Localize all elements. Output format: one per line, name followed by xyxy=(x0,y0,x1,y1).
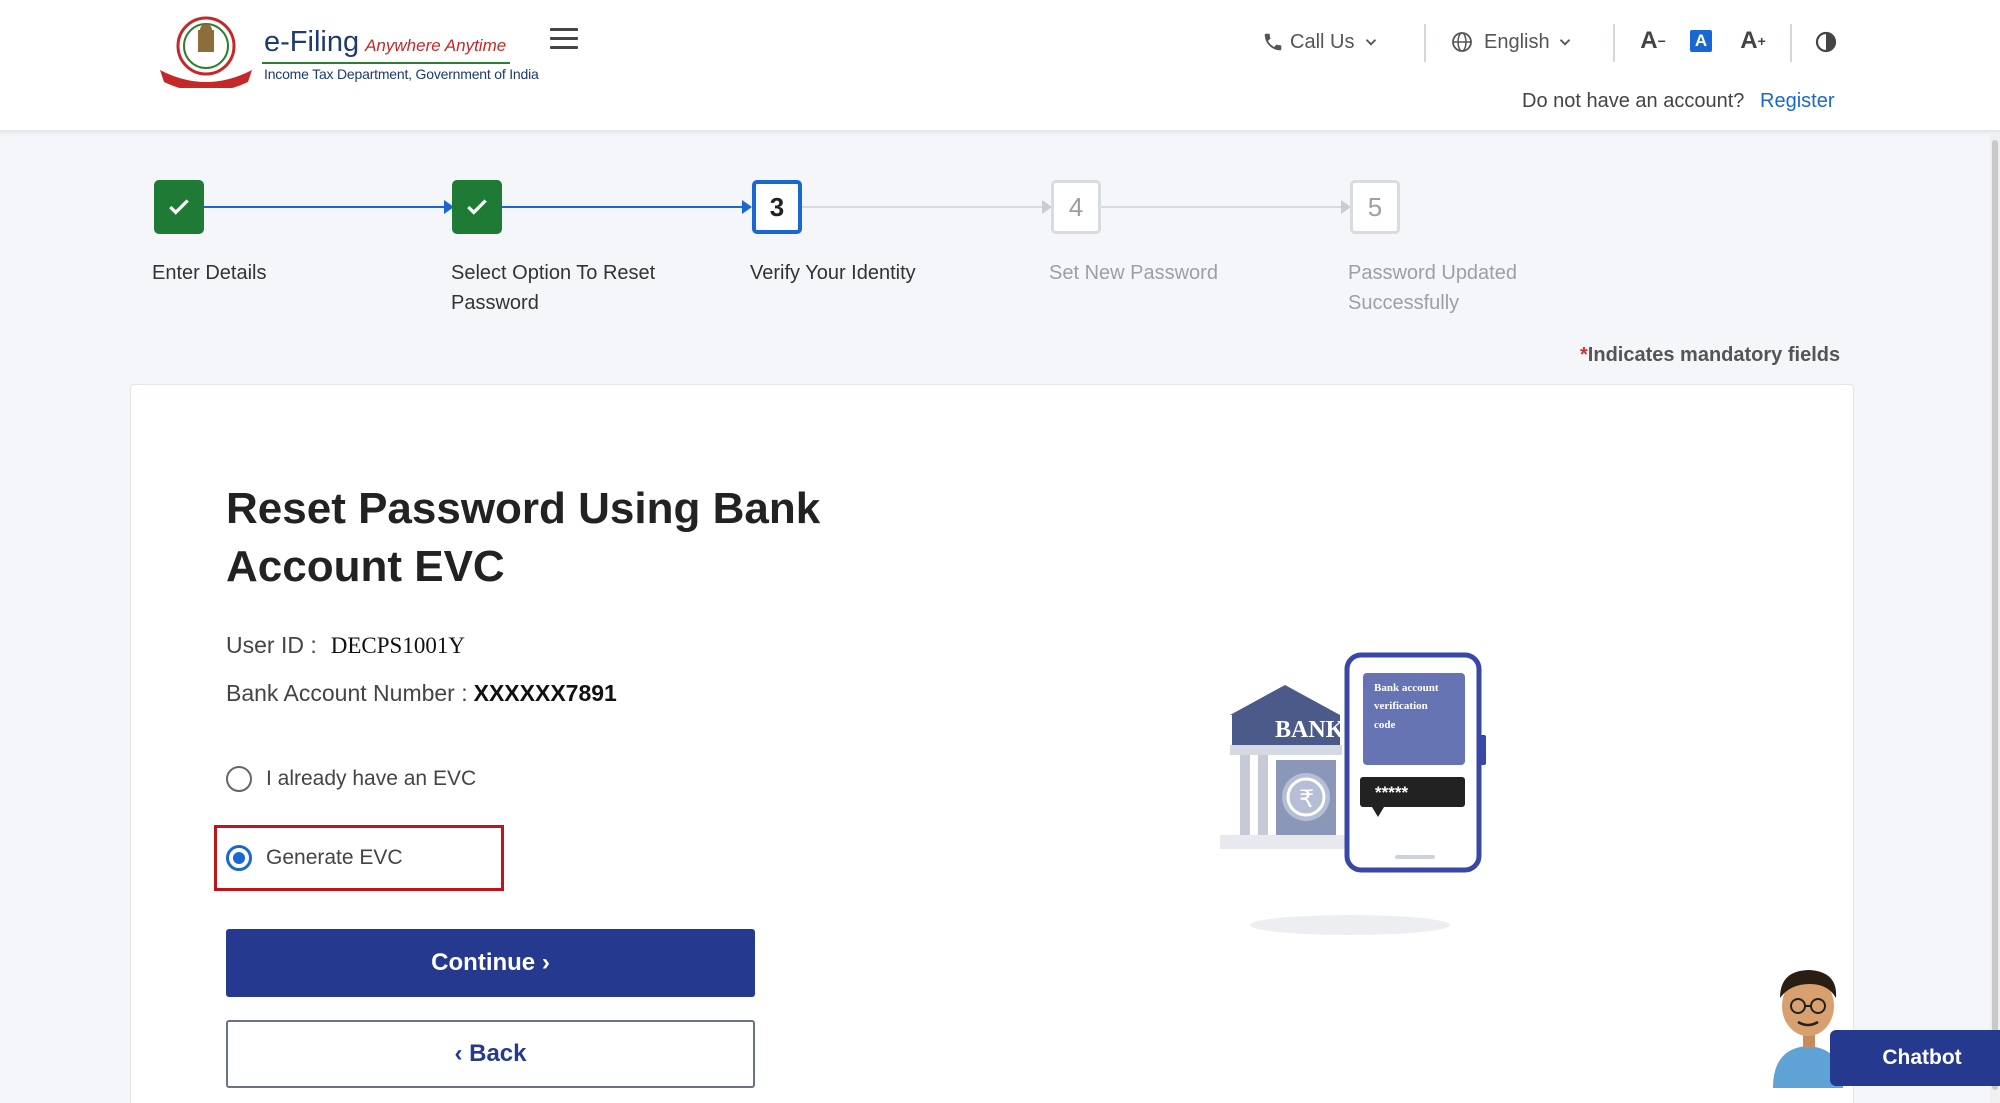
masked-code: ***** xyxy=(1375,783,1408,802)
brand-tagline: Anywhere Anytime xyxy=(365,36,507,55)
phone-text: verification xyxy=(1374,700,1428,712)
step-connector xyxy=(1101,206,1345,208)
brand-main-text: e-Filing xyxy=(264,26,360,58)
checkmark-icon xyxy=(169,199,189,215)
step-5-label: Password Updated Successfully xyxy=(1348,262,1517,314)
user-id-label: User ID : xyxy=(226,632,317,658)
step-1-label: Enter Details xyxy=(152,262,267,284)
header-divider xyxy=(1424,24,1426,62)
checkmark-icon xyxy=(467,199,487,215)
chatbot-button[interactable]: Chatbot xyxy=(1830,1030,2000,1086)
bank-account-label: Bank Account Number : xyxy=(226,680,468,706)
bank-text: BANK xyxy=(1275,717,1345,743)
no-account-text: Do not have an account? xyxy=(1522,90,1745,112)
radio-unchecked[interactable] xyxy=(226,766,252,792)
user-id-value: DECPS1001Y xyxy=(330,633,465,658)
option-already-have-evc[interactable]: I already have an EVC xyxy=(226,766,476,792)
radio-checked[interactable] xyxy=(226,845,252,871)
bank-account-value: XXXXXX7891 xyxy=(473,680,617,706)
scrollbar-thumb[interactable] xyxy=(1992,140,1998,1090)
brand-underline xyxy=(262,62,510,64)
progress-stepper: 3 4 5 Enter Details Select Option To Res… xyxy=(0,180,1900,320)
step-5-pending: 5 xyxy=(1350,180,1400,234)
chevron-down-icon xyxy=(1559,39,1570,46)
option-label: Generate EVC xyxy=(266,846,403,869)
bank-account-row: Bank Account Number : XXXXXX7891 xyxy=(226,680,617,707)
option-generate-evc[interactable]: Generate EVC xyxy=(226,845,403,871)
brand-subtitle: Income Tax Department, Government of Ind… xyxy=(264,66,539,82)
language-dropdown[interactable]: English xyxy=(1450,26,1574,58)
font-decrease-button[interactable]: A − xyxy=(1636,26,1670,56)
register-link[interactable]: Register xyxy=(1760,90,1834,113)
step-2-label: Select Option To Reset Password xyxy=(451,262,656,314)
rupee-symbol: ₹ xyxy=(1299,785,1314,813)
continue-button[interactable]: Continue › xyxy=(226,929,755,997)
page-title: Reset Password Using Bank Account EVC xyxy=(226,484,821,591)
step-4-label: Set New Password xyxy=(1049,262,1218,284)
contrast-icon[interactable] xyxy=(1814,30,1838,54)
phone-icon xyxy=(1264,33,1282,51)
step-3-label: Verify Your Identity xyxy=(750,262,916,284)
step-2-done xyxy=(452,180,502,234)
brand-name: e-Filing Anywhere Anytime xyxy=(264,26,506,59)
phone-text: Bank account xyxy=(1374,682,1439,694)
efiling-logo[interactable]: e-Filing Anywhere Anytime Income Tax Depa… xyxy=(156,16,539,90)
call-us-dropdown[interactable]: Call Us xyxy=(1262,26,1380,58)
bank-phone-illustration: BANK ₹ Bank account verification code **… xyxy=(1220,652,1486,935)
header-divider xyxy=(1790,24,1792,62)
back-button[interactable]: ‹ Back xyxy=(226,1020,755,1088)
chevron-down-icon xyxy=(1366,39,1377,46)
mandatory-fields-note: *Indicates mandatory fields xyxy=(1580,344,1841,366)
top-header: e-Filing Anywhere Anytime Income Tax Depa… xyxy=(0,0,2000,132)
language-label: English xyxy=(1484,30,1550,53)
option-label: I already have an EVC xyxy=(266,767,477,790)
step-3-current: 3 xyxy=(752,180,802,234)
step-arrow xyxy=(742,200,752,214)
globe-icon xyxy=(1452,32,1472,52)
user-id-row: User ID : DECPS1001Y xyxy=(226,632,465,659)
step-1-done xyxy=(154,180,204,234)
step-4-pending: 4 xyxy=(1051,180,1101,234)
phone-text: code xyxy=(1374,719,1396,731)
step-connector xyxy=(502,206,746,208)
national-emblem-icon xyxy=(160,16,252,88)
step-connector xyxy=(204,206,448,208)
header-divider xyxy=(1613,24,1615,62)
font-increase-button[interactable]: A + xyxy=(1736,26,1770,56)
menu-hamburger-icon[interactable] xyxy=(550,28,578,50)
font-normal-button[interactable]: A xyxy=(1690,30,1712,52)
step-connector xyxy=(802,206,1046,208)
call-us-label: Call Us xyxy=(1290,30,1355,53)
